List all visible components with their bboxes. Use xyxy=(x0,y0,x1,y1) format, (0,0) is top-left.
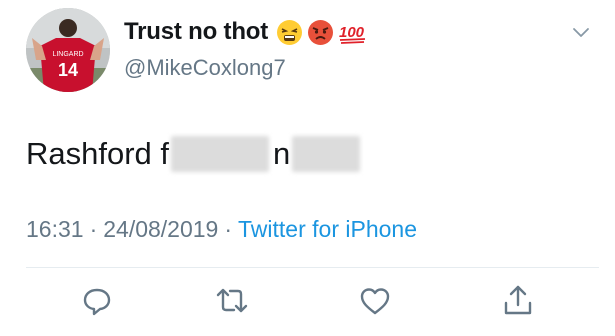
chevron-down-icon[interactable] xyxy=(571,26,591,40)
censored-blur xyxy=(171,136,270,172)
meta-separator: · xyxy=(224,216,233,242)
avatar-photo-icon: LINGARD 14 xyxy=(26,8,110,92)
tired-face-emoji xyxy=(276,19,303,46)
display-name[interactable]: Trust no thot xyxy=(124,18,268,46)
avatar[interactable]: LINGARD 14 xyxy=(26,8,110,92)
meta-separator: · xyxy=(89,216,98,242)
name-row: Trust no thot 100 xyxy=(124,17,368,47)
censored-blur xyxy=(292,136,361,172)
tweet-source-link[interactable]: Twitter for iPhone xyxy=(238,216,417,243)
like-icon[interactable] xyxy=(357,283,393,319)
tweet-time[interactable]: 16:31 xyxy=(26,216,84,243)
avatar-jersey-name: LINGARD xyxy=(52,51,83,58)
avatar-jersey-number: 14 xyxy=(58,60,78,80)
tweet-card: LINGARD 14 Trust no thot 100 @MikeCoxlon… xyxy=(0,0,615,336)
tweet-header: Trust no thot 100 @MikeCoxlong7 xyxy=(124,17,368,81)
reply-icon[interactable] xyxy=(79,283,115,319)
divider xyxy=(26,267,599,268)
angry-face-emoji xyxy=(307,19,334,46)
tweet-text-part-2: n xyxy=(273,136,291,171)
hundred-points-emoji: 100 xyxy=(338,19,368,46)
tweet-text: Rashford f n xyxy=(26,132,361,176)
tweet-text-part-1: Rashford f xyxy=(26,136,170,171)
tweet-date[interactable]: 24/08/2019 xyxy=(103,216,218,243)
tweet-actions xyxy=(0,283,615,323)
tweet-meta: 16:31 · 24/08/2019 · Twitter for iPhone xyxy=(26,216,417,243)
share-icon[interactable] xyxy=(500,283,536,319)
user-handle[interactable]: @MikeCoxlong7 xyxy=(124,55,368,81)
retweet-icon[interactable] xyxy=(214,283,250,319)
